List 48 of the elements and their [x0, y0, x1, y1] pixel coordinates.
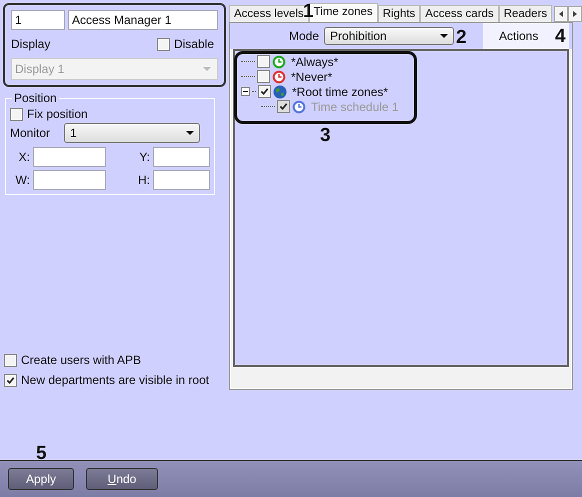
- tree-item-label[interactable]: *Always*: [291, 54, 338, 68]
- dropdown-arrow-icon: [440, 34, 448, 38]
- mode-label: Mode: [289, 29, 320, 43]
- checkbox[interactable]: [4, 374, 17, 386]
- display-label: Display: [11, 37, 50, 51]
- coordinate-field[interactable]: [33, 170, 106, 190]
- option-label: New departments are visible in root: [21, 373, 210, 387]
- id-field[interactable]: 1: [11, 10, 65, 30]
- tab[interactable]: Readers: [498, 5, 552, 22]
- left-arrow-icon: [559, 11, 564, 17]
- checkbox[interactable]: [10, 108, 23, 120]
- tree-item-label[interactable]: *Never*: [291, 70, 332, 84]
- callout-number: 2: [456, 28, 467, 47]
- coordinate-label: H:: [137, 173, 150, 187]
- disable-label: Disable: [174, 37, 214, 51]
- position-title: Position: [12, 91, 59, 105]
- scroll-left-button[interactable]: [554, 6, 568, 22]
- checkbox[interactable]: [4, 354, 17, 366]
- tab[interactable]: Access cards: [420, 5, 499, 22]
- coordinate-label: Y:: [138, 150, 150, 164]
- mode-dropdown[interactable]: Prohibition: [324, 27, 454, 45]
- scroll-right-button[interactable]: [568, 6, 582, 22]
- checkbox[interactable]: [257, 70, 270, 83]
- coordinate-field[interactable]: [153, 170, 210, 190]
- dropdown-arrow-icon: [203, 67, 211, 71]
- coordinate-field[interactable]: [153, 147, 210, 167]
- right-arrow-icon: [573, 11, 578, 17]
- collapse-toggle[interactable]: [241, 87, 250, 96]
- checkbox[interactable]: [156, 38, 170, 50]
- callout-number: 3: [320, 126, 331, 145]
- name-field[interactable]: Access Manager 1: [68, 10, 218, 30]
- monitor-label: Monitor: [10, 126, 50, 140]
- checkbox[interactable]: [257, 55, 270, 68]
- dropdown-arrow-icon: [186, 131, 194, 135]
- coordinate-label: X:: [18, 150, 30, 164]
- coordinate-label: W:: [14, 173, 30, 187]
- coordinate-field[interactable]: [33, 147, 106, 167]
- callout-number: 4: [555, 27, 566, 46]
- fix-position-label: Fix position: [27, 107, 88, 121]
- globe-icon: [273, 84, 287, 98]
- action-button[interactable]: Undo: [86, 468, 158, 490]
- callout-number: 5: [36, 444, 47, 463]
- option-label: Create users with APB: [21, 353, 142, 367]
- monitor-dropdown[interactable]: 1: [64, 123, 200, 143]
- tree-item-label[interactable]: *Root time zones*: [292, 84, 388, 98]
- action-button[interactable]: Apply: [8, 468, 74, 490]
- checkbox[interactable]: [258, 85, 271, 98]
- tab[interactable]: Rights: [378, 5, 420, 22]
